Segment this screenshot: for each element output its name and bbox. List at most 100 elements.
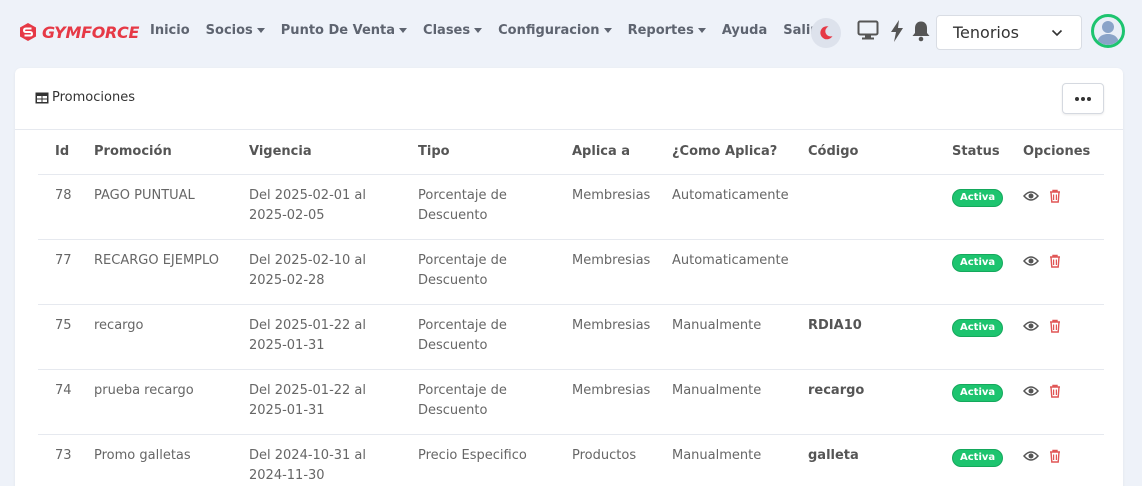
notifications-button[interactable] bbox=[911, 20, 931, 47]
view-button[interactable] bbox=[1023, 320, 1039, 332]
eye-icon bbox=[1023, 450, 1039, 461]
header-codigo[interactable]: Código bbox=[808, 130, 952, 175]
card-title-text: Promociones bbox=[52, 90, 135, 105]
cell-id: 78 bbox=[38, 174, 94, 240]
card-header: Promociones bbox=[15, 68, 1123, 130]
nav-item-reportes[interactable]: Reportes bbox=[628, 23, 706, 38]
nav-item-socios[interactable]: Socios bbox=[206, 23, 265, 38]
view-button[interactable] bbox=[1023, 385, 1039, 397]
delete-button[interactable] bbox=[1049, 319, 1061, 333]
cell-promocion: recargo bbox=[94, 304, 249, 370]
user-icon bbox=[1097, 21, 1119, 45]
nav-item-configuracion[interactable]: Configuracion bbox=[498, 23, 612, 38]
eye-icon bbox=[1023, 320, 1039, 331]
header-status[interactable]: Status bbox=[952, 130, 1023, 175]
cell-promocion: prueba recargo bbox=[94, 369, 249, 435]
vigencia-line: Del 2025-01-22 al bbox=[249, 382, 367, 398]
cell-tipo: Porcentaje de Descuento bbox=[418, 239, 572, 305]
cell-id: 77 bbox=[38, 239, 94, 305]
caret-down-icon bbox=[697, 28, 706, 33]
status-badge: Activa bbox=[952, 188, 1004, 207]
cell-opciones bbox=[1023, 434, 1104, 486]
cell-promocion: Promo galletas bbox=[94, 434, 249, 486]
status-badge: Activa bbox=[952, 318, 1004, 337]
status-badge: Activa bbox=[952, 448, 1004, 467]
header-aplica-a[interactable]: Aplica a bbox=[572, 130, 672, 175]
brand-logo-icon bbox=[20, 23, 36, 41]
nav-item-inicio[interactable]: Inicio bbox=[150, 23, 190, 38]
more-icon bbox=[1074, 96, 1092, 101]
vigencia-line: 2025-01-31 bbox=[249, 337, 325, 353]
bell-icon bbox=[912, 21, 930, 42]
cell-tipo: Porcentaje de Descuento bbox=[418, 174, 572, 240]
cell-codigo: recargo bbox=[808, 369, 952, 435]
brand-name: GYMFORCE bbox=[42, 22, 140, 42]
card-title: Promociones bbox=[35, 90, 135, 105]
nav-label: Clases bbox=[423, 23, 471, 38]
vigencia-line: Del 2025-02-10 al bbox=[249, 252, 367, 268]
cell-como-aplica: Manualmente bbox=[672, 304, 808, 370]
trash-icon bbox=[1050, 189, 1060, 203]
trash-icon bbox=[1050, 319, 1060, 333]
vigencia-line: 2025-02-28 bbox=[249, 272, 325, 288]
cell-tipo: Porcentaje de Descuento bbox=[418, 369, 572, 435]
cell-como-aplica: Automaticamente bbox=[672, 239, 808, 305]
cell-promocion: PAGO PUNTUAL bbox=[94, 174, 249, 240]
cell-aplica-a: Productos bbox=[572, 434, 672, 486]
vigencia-line: Del 2025-02-01 al bbox=[249, 187, 367, 203]
cell-id: 73 bbox=[38, 434, 94, 486]
cell-opciones bbox=[1023, 174, 1104, 240]
table-body: 78 PAGO PUNTUAL Del 2025-02-01 al 2025-02… bbox=[38, 174, 1104, 486]
view-button[interactable] bbox=[1023, 450, 1039, 462]
trash-icon bbox=[1050, 384, 1060, 398]
delete-button[interactable] bbox=[1049, 189, 1061, 203]
view-button[interactable] bbox=[1023, 255, 1039, 267]
cell-status: Activa bbox=[952, 369, 1023, 435]
nav-item-punto-de-venta[interactable]: Punto De Venta bbox=[281, 23, 408, 38]
eye-icon bbox=[1023, 190, 1039, 201]
table-row: 78 PAGO PUNTUAL Del 2025-02-01 al 2025-02… bbox=[38, 174, 1104, 240]
header-vigencia[interactable]: Vigencia bbox=[249, 130, 418, 175]
promociones-card: Promociones Id Promoción Vigencia Tipo A… bbox=[15, 68, 1123, 486]
cell-vigencia: Del 2024-10-31 al 2024-11-30 bbox=[249, 434, 418, 486]
vigencia-line: Del 2025-01-22 al bbox=[249, 317, 367, 333]
nav-item-clases[interactable]: Clases bbox=[423, 23, 483, 38]
more-options-button[interactable] bbox=[1062, 83, 1104, 114]
header-promocion[interactable]: Promoción bbox=[94, 130, 249, 175]
bolt-button[interactable] bbox=[890, 20, 904, 47]
cell-promocion: RECARGO EJEMPLO bbox=[94, 239, 249, 305]
cell-id: 74 bbox=[38, 369, 94, 435]
header-como-aplica[interactable]: ¿Como Aplica? bbox=[672, 130, 808, 175]
cell-como-aplica: Manualmente bbox=[672, 369, 808, 435]
vigencia-line: 2025-02-05 bbox=[249, 207, 325, 223]
cell-status: Activa bbox=[952, 434, 1023, 486]
cell-tipo: Precio Especifico bbox=[418, 434, 572, 486]
view-button[interactable] bbox=[1023, 190, 1039, 202]
header-id[interactable]: Id bbox=[38, 130, 94, 175]
cell-vigencia: Del 2025-01-22 al 2025-01-31 bbox=[249, 304, 418, 370]
user-avatar[interactable] bbox=[1091, 14, 1125, 48]
cell-opciones bbox=[1023, 239, 1104, 305]
header-tipo[interactable]: Tipo bbox=[418, 130, 572, 175]
cell-aplica-a: Membresias bbox=[572, 174, 672, 240]
caret-down-icon bbox=[256, 28, 265, 33]
monitor-button[interactable] bbox=[857, 20, 879, 45]
trash-icon bbox=[1050, 449, 1060, 463]
tipo-line: Porcentaje de bbox=[418, 187, 507, 203]
top-navbar: GYMFORCE Inicio Socios Punto De Venta Cl… bbox=[0, 0, 1142, 64]
gym-selector-value: Tenorios bbox=[953, 23, 1019, 42]
delete-button[interactable] bbox=[1049, 254, 1061, 268]
monitor-icon bbox=[857, 20, 879, 40]
cell-codigo: RDIA10 bbox=[808, 304, 952, 370]
cell-codigo bbox=[808, 174, 952, 240]
bolt-icon bbox=[891, 20, 903, 42]
dark-mode-toggle[interactable] bbox=[811, 18, 841, 48]
gym-selector[interactable]: Tenorios bbox=[936, 15, 1082, 50]
tipo-line: Porcentaje de bbox=[418, 382, 507, 398]
nav-item-ayuda[interactable]: Ayuda bbox=[722, 23, 767, 38]
delete-button[interactable] bbox=[1049, 449, 1061, 463]
brand[interactable]: GYMFORCE bbox=[18, 22, 139, 42]
delete-button[interactable] bbox=[1049, 384, 1061, 398]
cell-opciones bbox=[1023, 369, 1104, 435]
cell-id: 75 bbox=[38, 304, 94, 370]
